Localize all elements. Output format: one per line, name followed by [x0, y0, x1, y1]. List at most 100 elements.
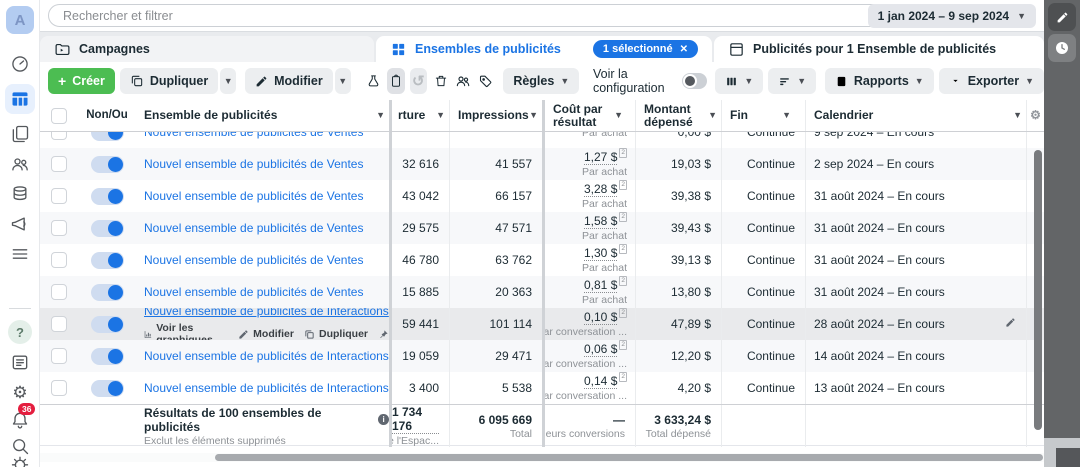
vertical-scrollbar-thumb[interactable] — [1034, 150, 1042, 430]
adset-name-link[interactable]: Nouvel ensemble de publicités de Ventes — [144, 285, 363, 299]
sort-caret-icon[interactable]: ▼ — [708, 109, 717, 122]
audiences-icon[interactable] — [8, 152, 32, 176]
search-input[interactable] — [48, 4, 894, 27]
column-cost[interactable]: Coût par résultat▼ — [542, 100, 635, 131]
adset-name-link[interactable]: Nouvel ensemble de publicités de Interac… — [144, 381, 389, 395]
table-row[interactable]: Nouvel ensemble de publicités de Ventes … — [40, 148, 1044, 180]
column-onoff[interactable]: Non/Ou — [78, 100, 136, 131]
row-checkbox[interactable] — [51, 220, 67, 236]
delete-button[interactable] — [432, 68, 450, 94]
column-reach[interactable]: rture▼ — [389, 100, 449, 131]
row-active-toggle[interactable] — [91, 316, 124, 333]
export-button[interactable]: Exporter▼ — [939, 68, 1044, 94]
row-active-toggle[interactable] — [91, 284, 124, 301]
table-row[interactable]: Nouvel ensemble de publicités de Interac… — [40, 308, 1044, 340]
adset-name-link[interactable]: Nouvel ensemble de publicités de Ventes — [144, 189, 363, 203]
row-checkbox[interactable] — [51, 380, 67, 396]
pages-icon[interactable] — [8, 122, 32, 146]
column-impressions[interactable]: Impressions▼ — [449, 100, 542, 131]
history-panel-button[interactable] — [1048, 34, 1076, 62]
tab-ads[interactable]: Publicités pour 1 Ensemble de publicités — [714, 36, 1044, 62]
billing-coins-icon[interactable] — [8, 182, 32, 206]
row-checkbox[interactable] — [51, 348, 67, 364]
edit-button[interactable]: Modifier — [245, 68, 333, 94]
edit-panel-button[interactable] — [1048, 3, 1076, 31]
breakdown-button[interactable]: ▼ — [768, 68, 816, 94]
selected-count-badge[interactable]: 1 sélectionné ✕ — [593, 40, 698, 58]
column-name[interactable]: Ensemble de publicités▼ — [136, 100, 389, 131]
tab-campaigns[interactable]: Campagnes — [40, 36, 374, 62]
duplicate-caret-button[interactable]: ▼ — [220, 68, 236, 94]
column-end[interactable]: Fin▼ — [721, 100, 805, 131]
reports-button[interactable]: Rapports▼ — [825, 68, 934, 94]
row-active-toggle[interactable] — [91, 188, 124, 205]
close-icon[interactable]: ✕ — [680, 44, 688, 55]
adset-name-link[interactable]: Nouvel ensemble de publicités de Interac… — [144, 308, 389, 318]
row-active-toggle[interactable] — [91, 220, 124, 237]
adset-name-link[interactable]: Nouvel ensemble de publicités de Ventes — [144, 157, 363, 171]
adset-name-link[interactable]: Nouvel ensemble de publicités de Ventes — [144, 253, 363, 267]
row-active-toggle[interactable] — [91, 156, 124, 173]
sort-caret-icon[interactable]: ▼ — [376, 109, 385, 122]
overview-gauge-icon[interactable] — [8, 52, 32, 76]
row-checkbox[interactable] — [51, 188, 67, 204]
table-row[interactable]: Nouvel ensemble de publicités de Ventes … — [40, 276, 1044, 308]
edit-action[interactable]: Modifier — [238, 328, 294, 340]
create-button[interactable]: + Créer — [48, 68, 115, 94]
select-all-checkbox[interactable] — [51, 108, 67, 124]
duplicate-action[interactable]: Dupliquer — [304, 328, 368, 340]
adset-name-link[interactable]: Nouvel ensemble de publicités de Ventes — [144, 132, 363, 139]
news-icon[interactable] — [8, 350, 32, 374]
columns-button[interactable]: ▼ — [715, 68, 763, 94]
table-row[interactable]: Nouvel ensemble de publicités de Ventes … — [40, 244, 1044, 276]
ab-test-button[interactable] — [365, 68, 383, 94]
info-icon[interactable]: i — [378, 414, 389, 425]
table-row[interactable]: Nouvel ensemble de publicités de Ventes … — [40, 180, 1044, 212]
help-icon[interactable]: ? — [8, 320, 32, 344]
table-row[interactable]: Nouvel ensemble de publicités de Ventes … — [40, 212, 1044, 244]
adset-name-link[interactable]: Nouvel ensemble de publicités de Ventes — [144, 221, 363, 235]
row-checkbox[interactable] — [51, 316, 67, 332]
table-row[interactable]: Nouvel ensemble de publicités de Interac… — [40, 372, 1044, 404]
row-checkbox[interactable] — [51, 252, 67, 268]
tab-adsets[interactable]: Ensembles de publicités 1 sélectionné ✕ — [376, 36, 712, 62]
schedule-edit-icon[interactable] — [1005, 317, 1016, 331]
column-spent[interactable]: Montant dépensé▼ — [635, 100, 721, 131]
horizontal-scrollbar[interactable] — [40, 453, 1044, 462]
settings-gear-icon[interactable]: ⚙ — [8, 380, 32, 404]
column-settings-gear-icon[interactable]: ⚙ — [1026, 100, 1044, 131]
audience-button[interactable] — [455, 68, 473, 94]
bug-report-icon[interactable] — [8, 452, 32, 467]
account-avatar[interactable]: A — [6, 6, 34, 34]
column-schedule[interactable]: Calendrier▼ — [805, 100, 1026, 131]
ads-settings-megaphone-icon[interactable] — [8, 212, 32, 236]
campaigns-table-icon[interactable] — [5, 84, 35, 114]
edit-caret-button[interactable]: ▼ — [335, 68, 351, 94]
sort-caret-icon[interactable]: ▼ — [529, 109, 538, 122]
sort-caret-icon[interactable]: ▼ — [1013, 109, 1022, 122]
menu-icon[interactable] — [8, 242, 32, 266]
date-range-picker[interactable]: 1 jan 2024 – 9 sep 2024 ▼ — [868, 4, 1036, 28]
row-active-toggle[interactable] — [91, 252, 124, 269]
pin-tag-button[interactable] — [477, 68, 495, 94]
rules-button[interactable]: Règles▼ — [503, 68, 579, 94]
row-checkbox[interactable] — [51, 156, 67, 172]
notifications-bell-icon[interactable]: 36 — [8, 408, 32, 432]
clipboard-button[interactable] — [387, 68, 405, 94]
row-checkbox[interactable] — [51, 132, 67, 140]
sort-caret-icon[interactable]: ▼ — [614, 109, 623, 122]
row-active-toggle[interactable] — [91, 380, 124, 397]
undo-button[interactable]: ↺ — [410, 68, 428, 94]
adset-name-link[interactable]: Nouvel ensemble de publicités de Interac… — [144, 349, 389, 363]
view-charts-action[interactable]: Voir les graphiques — [144, 322, 228, 340]
row-checkbox[interactable] — [51, 284, 67, 300]
pin-action[interactable] — [378, 329, 389, 340]
row-active-toggle[interactable] — [91, 132, 124, 141]
sort-caret-icon[interactable]: ▼ — [436, 109, 445, 122]
sort-caret-icon[interactable]: ▼ — [782, 109, 791, 122]
duplicate-button[interactable]: Dupliquer — [120, 68, 218, 94]
table-row[interactable]: Nouvel ensemble de publicités de Ventes … — [40, 132, 1044, 148]
horizontal-scrollbar-thumb[interactable] — [215, 454, 1043, 461]
view-setup-toggle[interactable] — [682, 73, 707, 89]
table-row[interactable]: Nouvel ensemble de publicités de Interac… — [40, 340, 1044, 372]
